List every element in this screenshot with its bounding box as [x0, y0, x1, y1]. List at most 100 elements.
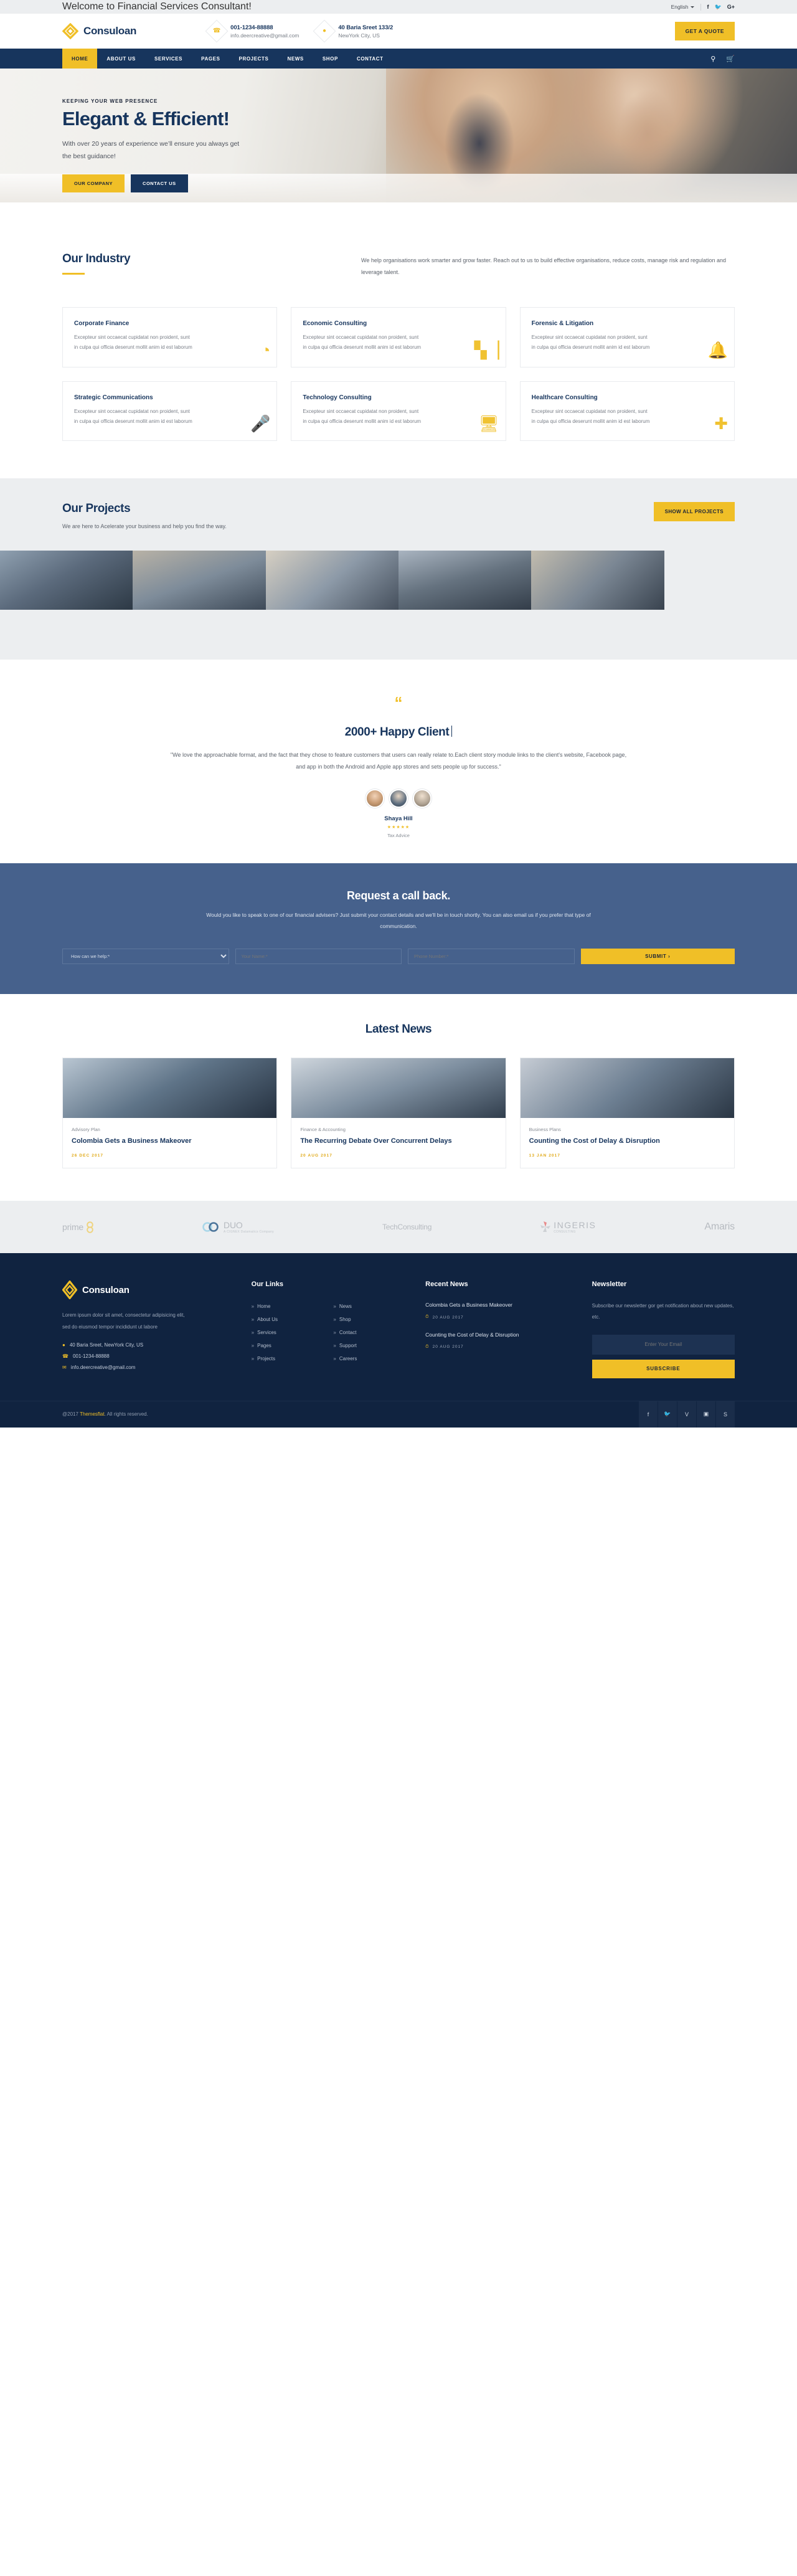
- footer-email: ✉ info.deercreative@gmail.com: [62, 1365, 136, 1371]
- footer-link-projects[interactable]: » Projects: [252, 1353, 328, 1365]
- card-title: Healthcare Consulting: [531, 394, 598, 401]
- name-input[interactable]: [235, 948, 402, 964]
- newsletter-email-input[interactable]: [592, 1334, 735, 1355]
- project-thumbnail[interactable]: [664, 551, 797, 610]
- twitter-icon[interactable]: 🐦: [715, 4, 722, 10]
- get-a-quote-button[interactable]: GET A QUOTE: [674, 22, 735, 40]
- nav-item-services[interactable]: SERVICES: [145, 49, 192, 69]
- industry-card[interactable]: Healthcare Consulting Excepteur sint occ…: [519, 381, 735, 442]
- project-thumbnail[interactable]: [531, 551, 664, 610]
- nav-item-shop[interactable]: SHOP: [313, 49, 347, 69]
- testimonial-avatars: [0, 789, 797, 808]
- avatar[interactable]: [413, 789, 432, 808]
- footer-news-item[interactable]: Colombia Gets a Business Makeover ⏱ 20 AU…: [425, 1300, 575, 1320]
- google-plus-icon[interactable]: G+: [727, 4, 735, 10]
- project-thumbnail[interactable]: [398, 551, 532, 610]
- avatar[interactable]: [365, 789, 384, 808]
- industry-card[interactable]: Technology Consulting Excepteur sint occ…: [291, 381, 506, 442]
- industry-card[interactable]: Corporate Finance Excepteur sint occaeca…: [62, 306, 278, 367]
- footer-links-column: Our Links » Home » News » About Us » Shop » S…: [252, 1281, 410, 1378]
- skype-icon[interactable]: S: [716, 1401, 735, 1428]
- chevron-right-icon: »: [333, 1356, 336, 1362]
- footer-link-contact[interactable]: » Contact: [333, 1327, 409, 1338]
- chevron-right-icon: »: [333, 1330, 336, 1336]
- footer-news-column: Recent News Colombia Gets a Business Mak…: [425, 1281, 575, 1378]
- industry-title: Our Industry: [62, 252, 131, 265]
- testimonial-title-text: 2000+ Happy Client: [344, 726, 450, 739]
- header-address: ● 40 Baria Sreet 133/2 NewYork City, US: [313, 19, 393, 43]
- card-title: Corporate Finance: [74, 320, 130, 327]
- card-title: Economic Consulting: [303, 320, 367, 327]
- footer-logo-mark-icon: [62, 1281, 77, 1300]
- footer-link-services[interactable]: » Services: [252, 1327, 328, 1338]
- help-topic-select[interactable]: How can we help:*: [62, 948, 229, 964]
- brand-tagline: A CIGNEX Datamatics Company: [224, 1230, 274, 1234]
- rating-stars: ★★★★★: [387, 825, 410, 830]
- brand-logo-prime[interactable]: prime: [62, 1221, 94, 1233]
- nav-item-projects[interactable]: PROJECTS: [230, 49, 278, 69]
- language-selector[interactable]: English: [671, 4, 694, 10]
- brand-logo-ingeris[interactable]: INGERIS CONSULTING: [540, 1220, 596, 1234]
- nav-item-pages[interactable]: PAGES: [192, 49, 229, 69]
- nav-item-contact[interactable]: CONTACT: [347, 49, 393, 69]
- footer-logo[interactable]: Consuloan: [62, 1281, 235, 1300]
- brand-logo-techconsulting[interactable]: TechConsulting: [382, 1223, 432, 1231]
- cart-icon[interactable]: 🛒: [726, 55, 735, 63]
- project-thumbnail[interactable]: [0, 551, 133, 610]
- card-body: Excepteur sint occaecat cupidatat non pr…: [74, 334, 192, 351]
- nav-item-home[interactable]: HOME: [62, 49, 98, 69]
- footer-link-shop[interactable]: » Shop: [333, 1314, 409, 1325]
- news-card[interactable]: Business Plans Counting the Cost of Dela…: [519, 1057, 735, 1169]
- projects-title: Our Projects: [62, 502, 131, 516]
- contact-us-button[interactable]: CONTACT US: [131, 174, 188, 192]
- news-category: Business Plans: [529, 1126, 561, 1132]
- footer-newsletter-desc: Subscribe our newsletter gor get notific…: [592, 1303, 734, 1320]
- industry-card[interactable]: Forensic & Litigation Excepteur sint occ…: [519, 306, 735, 367]
- footer-link-support[interactable]: » Support: [333, 1340, 409, 1352]
- facebook-icon[interactable]: f: [707, 4, 709, 10]
- news-date: 26 DEC 2017: [72, 1153, 104, 1158]
- submit-button[interactable]: SUBMIT ›: [580, 948, 735, 964]
- footer-link-pages[interactable]: » Pages: [252, 1340, 328, 1352]
- instagram-icon[interactable]: ▣: [697, 1401, 715, 1428]
- phone-input[interactable]: [408, 948, 575, 964]
- twitter-icon[interactable]: 🐦: [658, 1401, 677, 1428]
- logo[interactable]: Consuloan: [62, 23, 136, 39]
- industry-card[interactable]: Economic Consulting Excepteur sint occae…: [291, 306, 506, 367]
- show-all-projects-button[interactable]: SHOW ALL PROJECTS: [653, 502, 735, 522]
- news-card[interactable]: Finance & Accounting The Recurring Debat…: [291, 1057, 506, 1169]
- phone-icon: ☎: [205, 19, 229, 43]
- project-thumbnail[interactable]: [265, 551, 398, 610]
- card-body: Excepteur sint occaecat cupidatat non pr…: [74, 408, 192, 424]
- footer-news-item[interactable]: Counting the Cost of Delay & Disruption …: [425, 1330, 575, 1350]
- our-company-button[interactable]: OUR COMPANY: [62, 174, 125, 192]
- footer-link-about-us[interactable]: » About Us: [252, 1314, 328, 1325]
- brand-logo-duo[interactable]: DUO A CIGNEX Datamatics Company: [202, 1220, 274, 1234]
- hero-kicker: KEEPING YOUR WEB PRESENCE: [62, 98, 158, 104]
- footer-about-text: Lorem ipsum dolor sit amet, consectetur …: [62, 1312, 185, 1330]
- nav-item-about-us[interactable]: ABOUT US: [97, 49, 145, 69]
- card-body: Excepteur sint occaecat cupidatat non pr…: [303, 408, 422, 424]
- typing-cursor: [451, 726, 453, 737]
- bell-icon: 🔔: [707, 340, 728, 359]
- nav-item-news[interactable]: NEWS: [278, 49, 313, 69]
- avatar[interactable]: [389, 789, 408, 808]
- industry-card[interactable]: Strategic Communications Excepteur sint …: [62, 381, 278, 442]
- facebook-icon[interactable]: f: [639, 1401, 658, 1428]
- brand-logo-amaris[interactable]: Amaris: [704, 1221, 735, 1233]
- brand-name: INGERIS: [554, 1220, 597, 1231]
- vimeo-icon[interactable]: V: [677, 1401, 696, 1428]
- footer-link-careers[interactable]: » Careers: [333, 1353, 409, 1365]
- ingeris-mark-icon: [540, 1221, 551, 1233]
- news-card[interactable]: Advisory Plan Colombia Gets a Business M…: [62, 1057, 278, 1169]
- footer-link-home[interactable]: » Home: [252, 1300, 328, 1312]
- project-thumbnail[interactable]: [133, 551, 266, 610]
- card-title: Technology Consulting: [303, 394, 372, 401]
- nav-list: HOME ABOUT US SERVICES PAGES PROJECTS NE…: [62, 49, 393, 69]
- chevron-right-icon: »: [333, 1343, 336, 1349]
- subscribe-button[interactable]: SUBSCRIBE: [592, 1359, 735, 1378]
- location-pin-icon: ●: [313, 19, 336, 43]
- search-icon[interactable]: ⚲: [710, 55, 715, 63]
- footer-newsletter-column: Newsletter Subscribe our newsletter gor …: [592, 1281, 735, 1378]
- footer-link-news[interactable]: » News: [333, 1300, 409, 1312]
